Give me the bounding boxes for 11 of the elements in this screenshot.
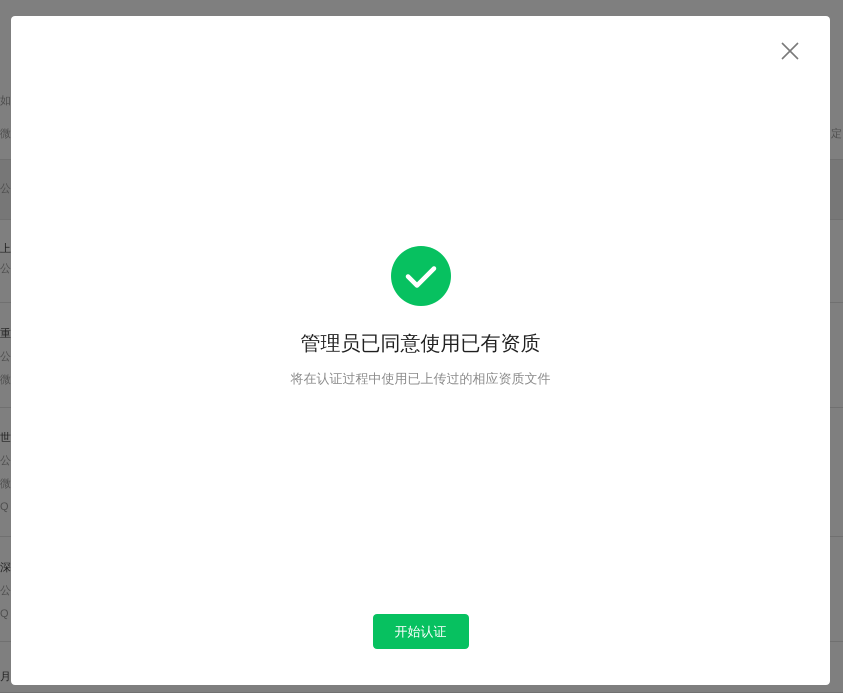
check-circle-icon [390,246,450,306]
row-title: 上 [0,244,11,255]
row-title: 世 [0,433,11,444]
row-title: 深 [0,563,11,574]
row-title: 月 [0,672,11,683]
success-message: 管理员已同意使用已有资质 [300,332,540,357]
close-icon [781,42,799,60]
row-title: 重 [0,329,11,340]
close-button[interactable] [781,42,799,60]
description-text: 将在认证过程中使用已上传过的相应资质文件 [290,370,550,388]
start-verification-button[interactable]: 开始认证 [372,614,468,649]
